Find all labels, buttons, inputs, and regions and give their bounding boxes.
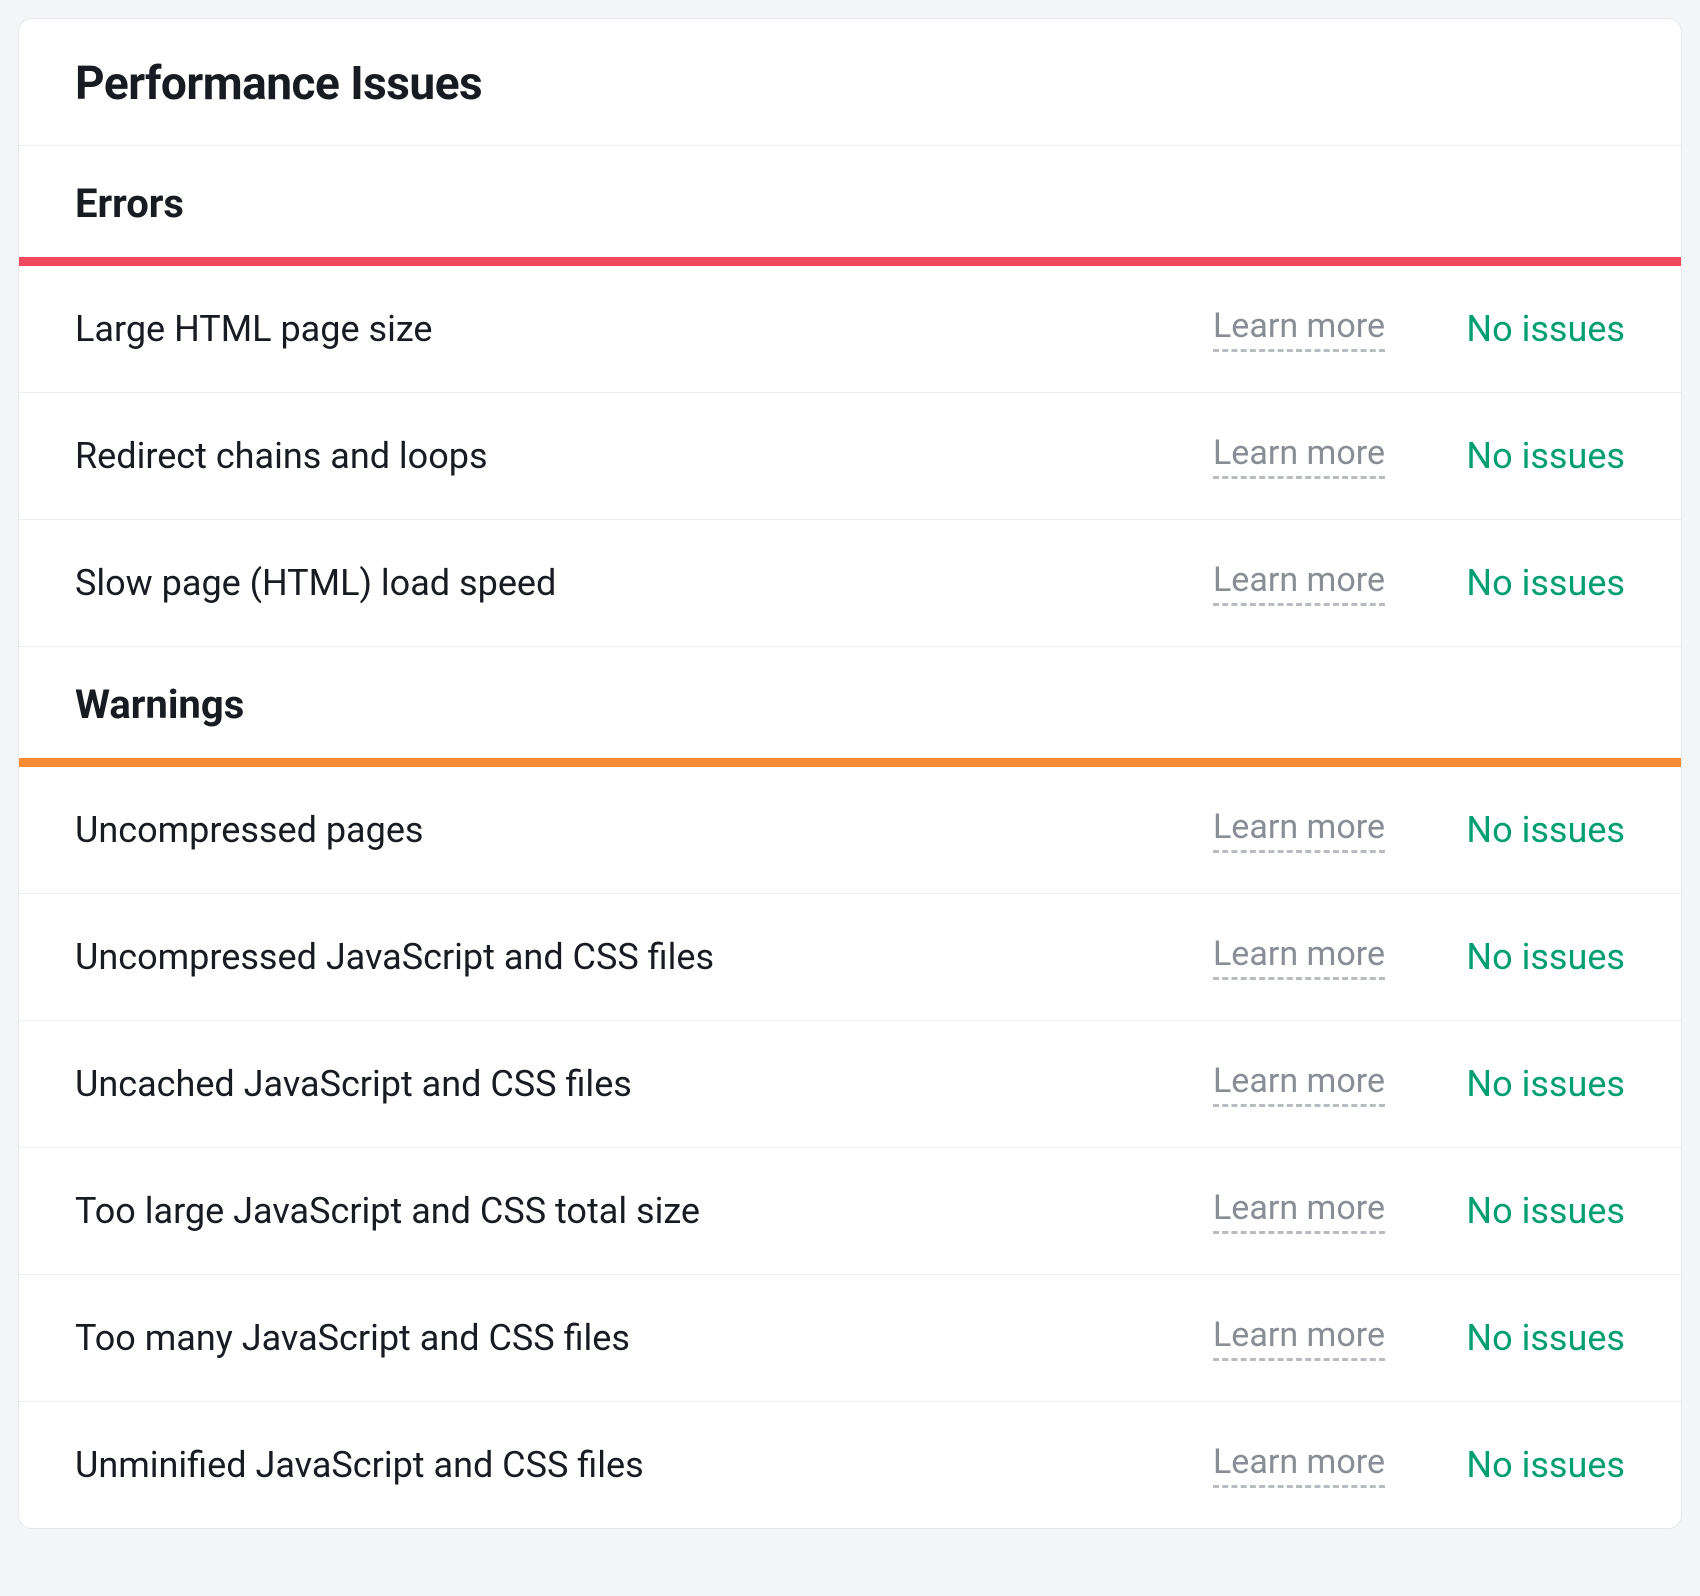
issue-label: Unminified JavaScript and CSS files bbox=[75, 1444, 1173, 1486]
learn-more-link[interactable]: Learn more bbox=[1213, 433, 1385, 479]
issue-label: Too large JavaScript and CSS total size bbox=[75, 1190, 1173, 1232]
issue-status: No issues bbox=[1425, 1063, 1625, 1105]
issue-label: Redirect chains and loops bbox=[75, 435, 1173, 477]
learn-more-link[interactable]: Learn more bbox=[1213, 1315, 1385, 1361]
issue-row: Too large JavaScript and CSS total size … bbox=[19, 1148, 1681, 1275]
issue-label: Uncached JavaScript and CSS files bbox=[75, 1063, 1173, 1105]
issue-label: Uncompressed pages bbox=[75, 809, 1173, 851]
issue-label: Slow page (HTML) load speed bbox=[75, 562, 1173, 604]
section-header-warnings: Warnings bbox=[19, 647, 1681, 758]
issue-status: No issues bbox=[1425, 435, 1625, 477]
section-separator-warnings bbox=[19, 758, 1681, 767]
issue-row: Too many JavaScript and CSS files Learn … bbox=[19, 1275, 1681, 1402]
issue-status: No issues bbox=[1425, 809, 1625, 851]
learn-more-link[interactable]: Learn more bbox=[1213, 306, 1385, 352]
learn-more-link[interactable]: Learn more bbox=[1213, 934, 1385, 980]
issue-row: Unminified JavaScript and CSS files Lear… bbox=[19, 1402, 1681, 1528]
issue-status: No issues bbox=[1425, 936, 1625, 978]
section-title-warnings: Warnings bbox=[75, 681, 1625, 728]
section-title-errors: Errors bbox=[75, 180, 1625, 227]
learn-more-link[interactable]: Learn more bbox=[1213, 1188, 1385, 1234]
issue-status: No issues bbox=[1425, 308, 1625, 350]
issue-status: No issues bbox=[1425, 562, 1625, 604]
panel-header: Performance Issues bbox=[19, 19, 1681, 146]
issue-row: Redirect chains and loops Learn more No … bbox=[19, 393, 1681, 520]
issue-label: Too many JavaScript and CSS files bbox=[75, 1317, 1173, 1359]
issue-row: Slow page (HTML) load speed Learn more N… bbox=[19, 520, 1681, 647]
section-separator-errors bbox=[19, 257, 1681, 266]
issue-label: Uncompressed JavaScript and CSS files bbox=[75, 936, 1173, 978]
issue-status: No issues bbox=[1425, 1190, 1625, 1232]
panel-title: Performance Issues bbox=[75, 57, 1625, 111]
learn-more-link[interactable]: Learn more bbox=[1213, 807, 1385, 853]
section-header-errors: Errors bbox=[19, 146, 1681, 257]
issue-row: Uncached JavaScript and CSS files Learn … bbox=[19, 1021, 1681, 1148]
learn-more-link[interactable]: Learn more bbox=[1213, 1061, 1385, 1107]
performance-issues-panel: Performance Issues Errors Large HTML pag… bbox=[18, 18, 1682, 1529]
issue-label: Large HTML page size bbox=[75, 308, 1173, 350]
learn-more-link[interactable]: Learn more bbox=[1213, 560, 1385, 606]
issue-row: Uncompressed JavaScript and CSS files Le… bbox=[19, 894, 1681, 1021]
issue-row: Large HTML page size Learn more No issue… bbox=[19, 266, 1681, 393]
issue-status: No issues bbox=[1425, 1317, 1625, 1359]
issue-status: No issues bbox=[1425, 1444, 1625, 1486]
learn-more-link[interactable]: Learn more bbox=[1213, 1442, 1385, 1488]
issue-row: Uncompressed pages Learn more No issues bbox=[19, 767, 1681, 894]
